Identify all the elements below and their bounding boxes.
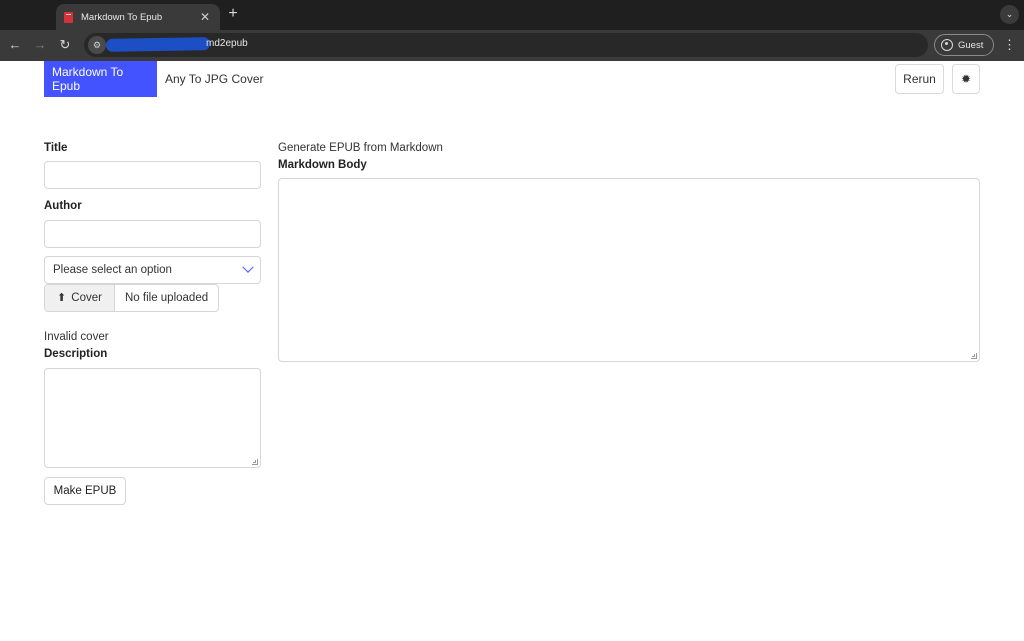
rerun-button[interactable]: Rerun (895, 64, 944, 94)
browser-toolbar: ← → ↻ ⚙ md2epub Guest ⋮ (0, 30, 1024, 61)
site-info-icon[interactable]: ⚙ (88, 36, 106, 54)
profile-button[interactable]: Guest (934, 34, 994, 56)
description-textarea[interactable] (44, 368, 261, 468)
close-icon[interactable]: ✕ (198, 10, 212, 24)
url-text: md2epub (206, 38, 248, 49)
markdown-body-textarea[interactable] (278, 178, 980, 362)
page-heading: Generate EPUB from Markdown (278, 142, 443, 154)
select-placeholder: Please select an option (53, 264, 172, 276)
cover-file-input: ⬆ Cover No file uploaded (44, 284, 220, 312)
app-page: Markdown To Epub Any To JPG Cover Rerun … (0, 61, 1024, 641)
settings-button[interactable]: ✹ (952, 64, 980, 94)
resize-handle-icon[interactable] (971, 353, 977, 359)
browser-tab-title: Markdown To Epub (81, 11, 163, 23)
cover-button-label: Cover (71, 292, 102, 304)
reload-icon[interactable]: ↻ (57, 37, 73, 53)
profile-icon (941, 39, 953, 51)
author-label: Author (44, 200, 82, 212)
new-tab-button[interactable]: + (226, 6, 240, 22)
browser-tab-bar: Markdown To Epub ✕ + ⌄ (0, 0, 1024, 30)
cover-error-text: Invalid cover (44, 331, 109, 343)
markdown-body-label: Markdown Body (278, 159, 367, 171)
upload-icon: ⬆ (57, 291, 67, 304)
forward-arrow-icon[interactable]: → (32, 37, 48, 53)
tab-markdown-to-epub[interactable]: Markdown To Epub (44, 61, 157, 97)
profile-label: Guest (958, 39, 984, 51)
resize-handle-icon[interactable] (252, 459, 258, 465)
cover-upload-button[interactable]: ⬆ Cover (45, 285, 115, 311)
tab-any-to-jpg-cover[interactable]: Any To JPG Cover (157, 61, 271, 97)
gear-icon: ✹ (960, 72, 972, 86)
make-epub-button[interactable]: Make EPUB (44, 477, 126, 505)
browser-tab[interactable]: Markdown To Epub ✕ (56, 4, 220, 30)
cover-file-status: No file uploaded (125, 292, 209, 304)
author-input[interactable] (44, 220, 261, 248)
back-arrow-icon[interactable]: ← (7, 37, 23, 53)
chevron-down-icon[interactable]: ⌄ (1000, 5, 1019, 24)
description-label: Description (44, 348, 108, 360)
title-input[interactable] (44, 161, 261, 189)
book-icon (64, 11, 73, 23)
option-select[interactable]: Please select an option (44, 256, 261, 284)
url-redaction (105, 37, 211, 52)
address-bar[interactable]: ⚙ md2epub (84, 33, 928, 57)
more-menu-icon[interactable]: ⋮ (1003, 37, 1016, 53)
title-label: Title (44, 142, 68, 154)
chevron-down-icon (242, 261, 254, 273)
